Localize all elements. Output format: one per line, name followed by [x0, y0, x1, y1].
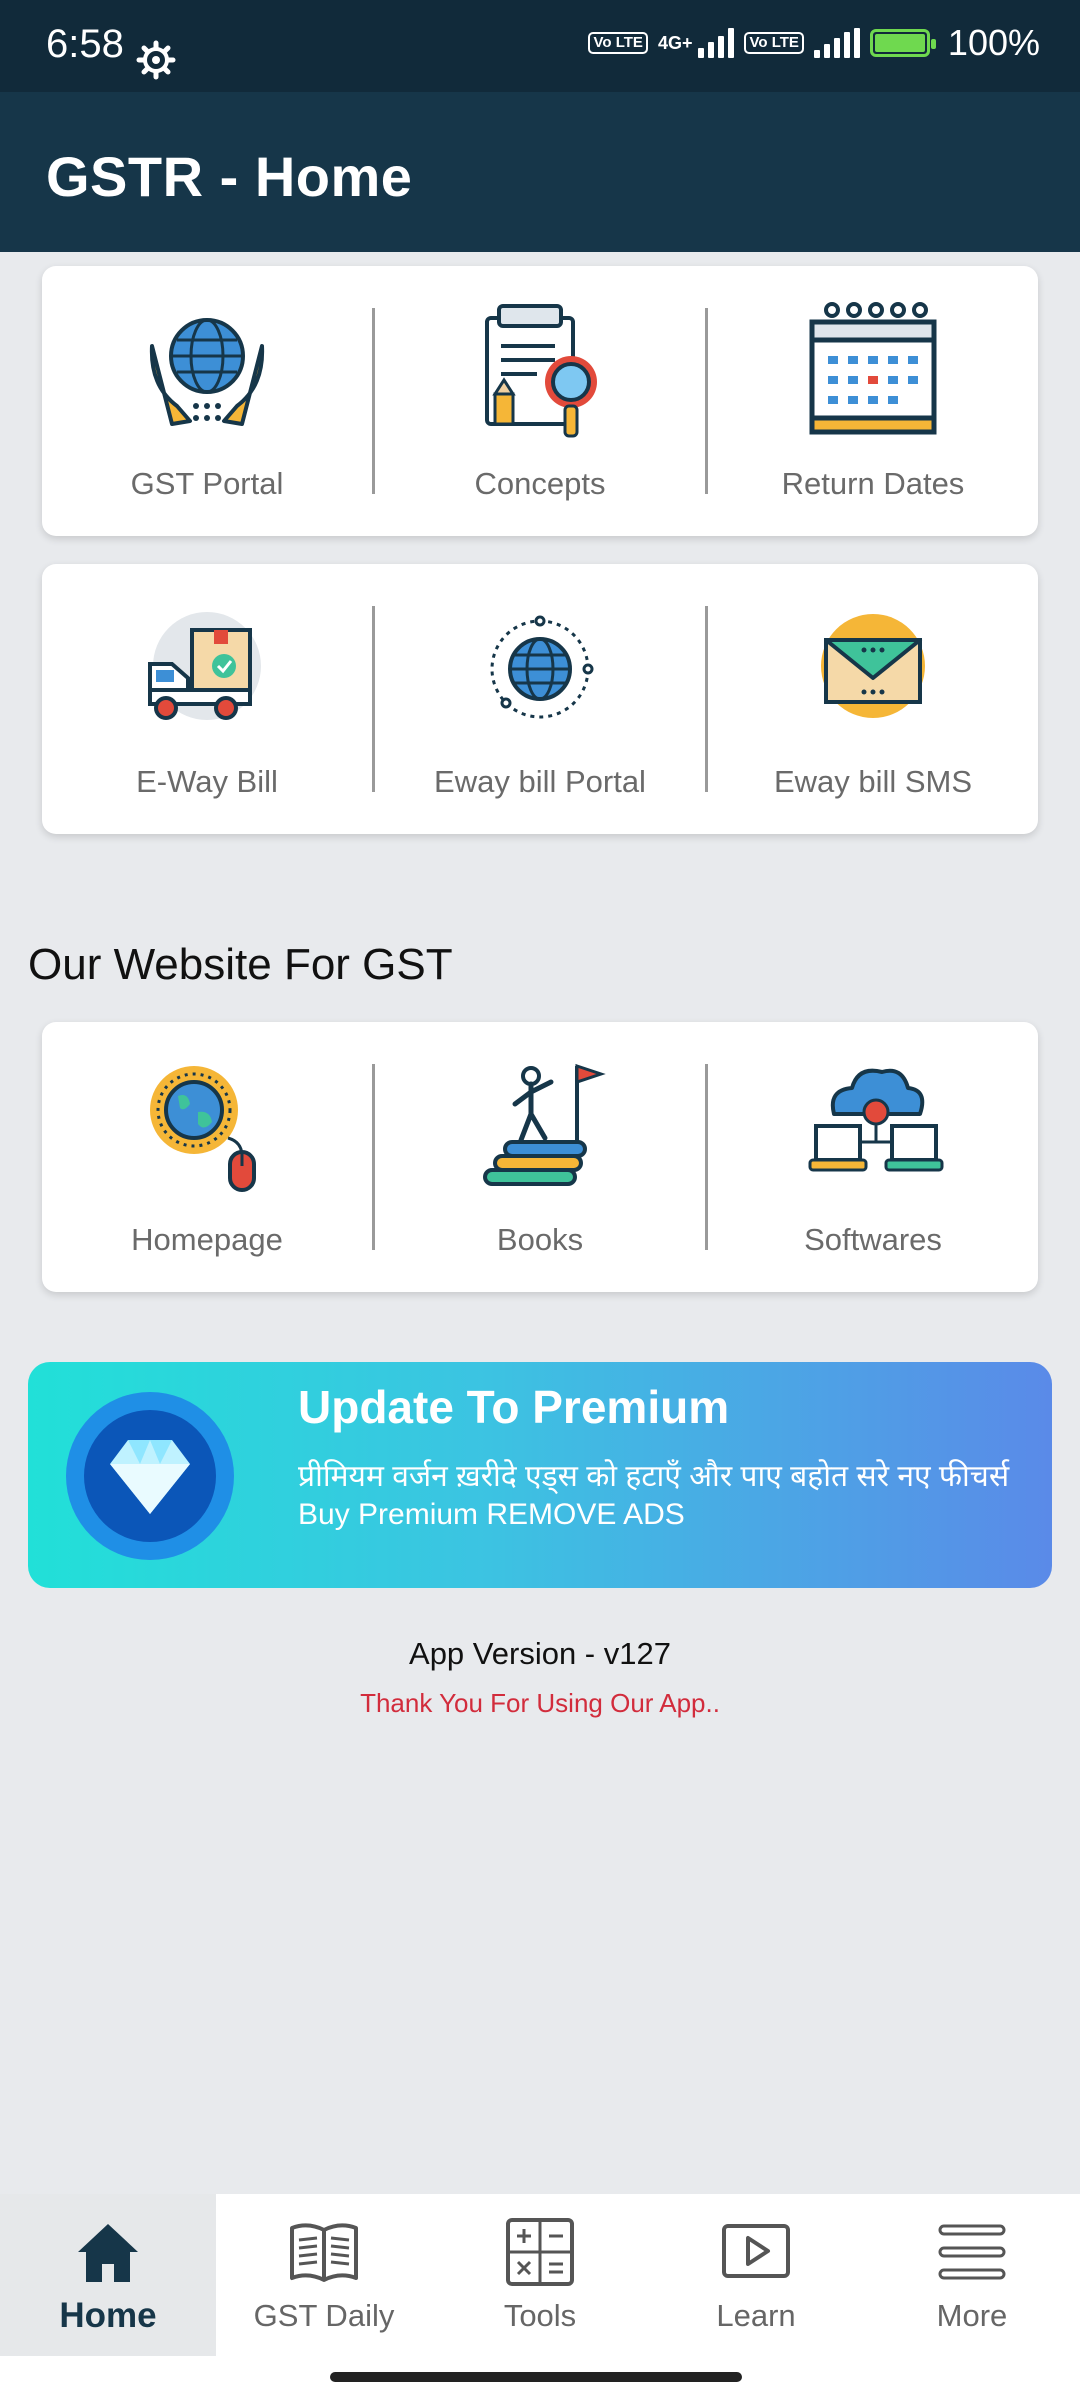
- status-bar: 6:58 Vo LTE 4G+ Vo LTE 100%: [0, 0, 1080, 92]
- nav-tools[interactable]: Tools: [432, 2194, 648, 2356]
- gst-portal-item[interactable]: GST Portal: [42, 266, 372, 536]
- eway-bill-portal-item[interactable]: Eway bill Portal: [375, 564, 705, 834]
- premium-title: Update To Premium: [298, 1381, 730, 1433]
- app-bar: GSTR - Home: [0, 92, 1080, 252]
- calculator-icon: [506, 2218, 574, 2286]
- homepage-item[interactable]: Homepage: [42, 1022, 372, 1292]
- calendar-icon: [809, 302, 937, 435]
- volte-badge: Vo LTE: [588, 32, 648, 54]
- signal-icon: [698, 28, 735, 58]
- return-dates-item[interactable]: Return Dates: [708, 266, 1038, 536]
- premium-banner[interactable]: Update To Premium प्रीमियम वर्जन ख़रीदे …: [28, 1362, 1052, 1588]
- softwares-item[interactable]: Softwares: [708, 1022, 1038, 1292]
- nav-more[interactable]: More: [864, 2194, 1080, 2356]
- nav-tools-label: Tools: [503, 2298, 577, 2333]
- cloud-devices-icon: [808, 1068, 944, 1172]
- return-dates-label: Return Dates: [781, 466, 965, 501]
- e-way-bill-label: E-Way Bill: [136, 764, 278, 799]
- softwares-label: Softwares: [804, 1222, 942, 1257]
- nav-gst-daily-label: GST Daily: [253, 2298, 395, 2333]
- books-label: Books: [496, 1222, 584, 1257]
- website-card: Homepage Books Softwares: [42, 1022, 1038, 1292]
- bottom-nav: Home GST Daily Tools Learn More: [0, 2194, 1080, 2356]
- concepts-label: Concepts: [474, 466, 606, 501]
- battery-icon: [869, 29, 936, 57]
- home-icon: [78, 2224, 138, 2282]
- status-time: 6:58: [46, 22, 124, 66]
- e-way-bill-item[interactable]: E-Way Bill: [42, 564, 372, 834]
- volte-badge-2: Vo LTE: [744, 32, 804, 54]
- nav-home[interactable]: Home: [0, 2194, 216, 2356]
- network-type: 4G+: [657, 32, 693, 53]
- homepage-label: Homepage: [131, 1222, 283, 1257]
- concepts-item[interactable]: Concepts: [375, 266, 705, 536]
- thanks-text: Thank You For Using Our App..: [360, 1688, 720, 1718]
- globe-icon: [490, 615, 594, 719]
- eway-bill-sms-item[interactable]: Eway bill SMS: [708, 564, 1038, 834]
- premium-subtitle: Buy Premium REMOVE ADS: [298, 1498, 685, 1531]
- book-open-icon: [290, 2223, 358, 2282]
- play-icon: [722, 2224, 790, 2278]
- nav-more-label: More: [936, 2298, 1008, 2333]
- services-card-1: GST Portal Concepts Return Dates: [42, 266, 1038, 536]
- nav-learn[interactable]: Learn: [648, 2194, 864, 2356]
- page-title: GSTR - Home: [46, 145, 413, 208]
- nav-gst-daily[interactable]: GST Daily: [216, 2194, 432, 2356]
- eway-bill-portal-label: Eway bill Portal: [434, 764, 646, 799]
- nav-learn-label: Learn: [716, 2298, 796, 2333]
- diamond-icon: [66, 1392, 234, 1560]
- gst-portal-label: GST Portal: [130, 466, 284, 501]
- delivery-truck-icon: [148, 612, 261, 720]
- books-item[interactable]: Books: [375, 1022, 705, 1292]
- envelope-icon: [821, 614, 925, 718]
- settings-gear-icon: [136, 40, 176, 80]
- signal-icon-2: [813, 28, 860, 58]
- eway-bill-sms-label: Eway bill SMS: [773, 764, 973, 799]
- document-search-icon: [485, 304, 597, 438]
- app-version: App Version - v127: [409, 1636, 671, 1671]
- menu-icon: [938, 2224, 1006, 2280]
- nav-home-label: Home: [59, 2296, 157, 2335]
- home-indicator[interactable]: [330, 2372, 742, 2382]
- books-climb-icon: [483, 1063, 606, 1186]
- website-section-title: Our Website For GST: [28, 940, 453, 989]
- globe-hands-icon: [149, 318, 265, 426]
- globe-mouse-icon: [150, 1066, 256, 1192]
- battery-percent: 100%: [947, 22, 1040, 63]
- services-card-2: E-Way Bill Eway bill Portal Eway bill SM…: [42, 564, 1038, 834]
- premium-hindi-text: प्रीमियम वर्जन ख़रीदे एड्स को हटाएँ और प…: [298, 1460, 1010, 1493]
